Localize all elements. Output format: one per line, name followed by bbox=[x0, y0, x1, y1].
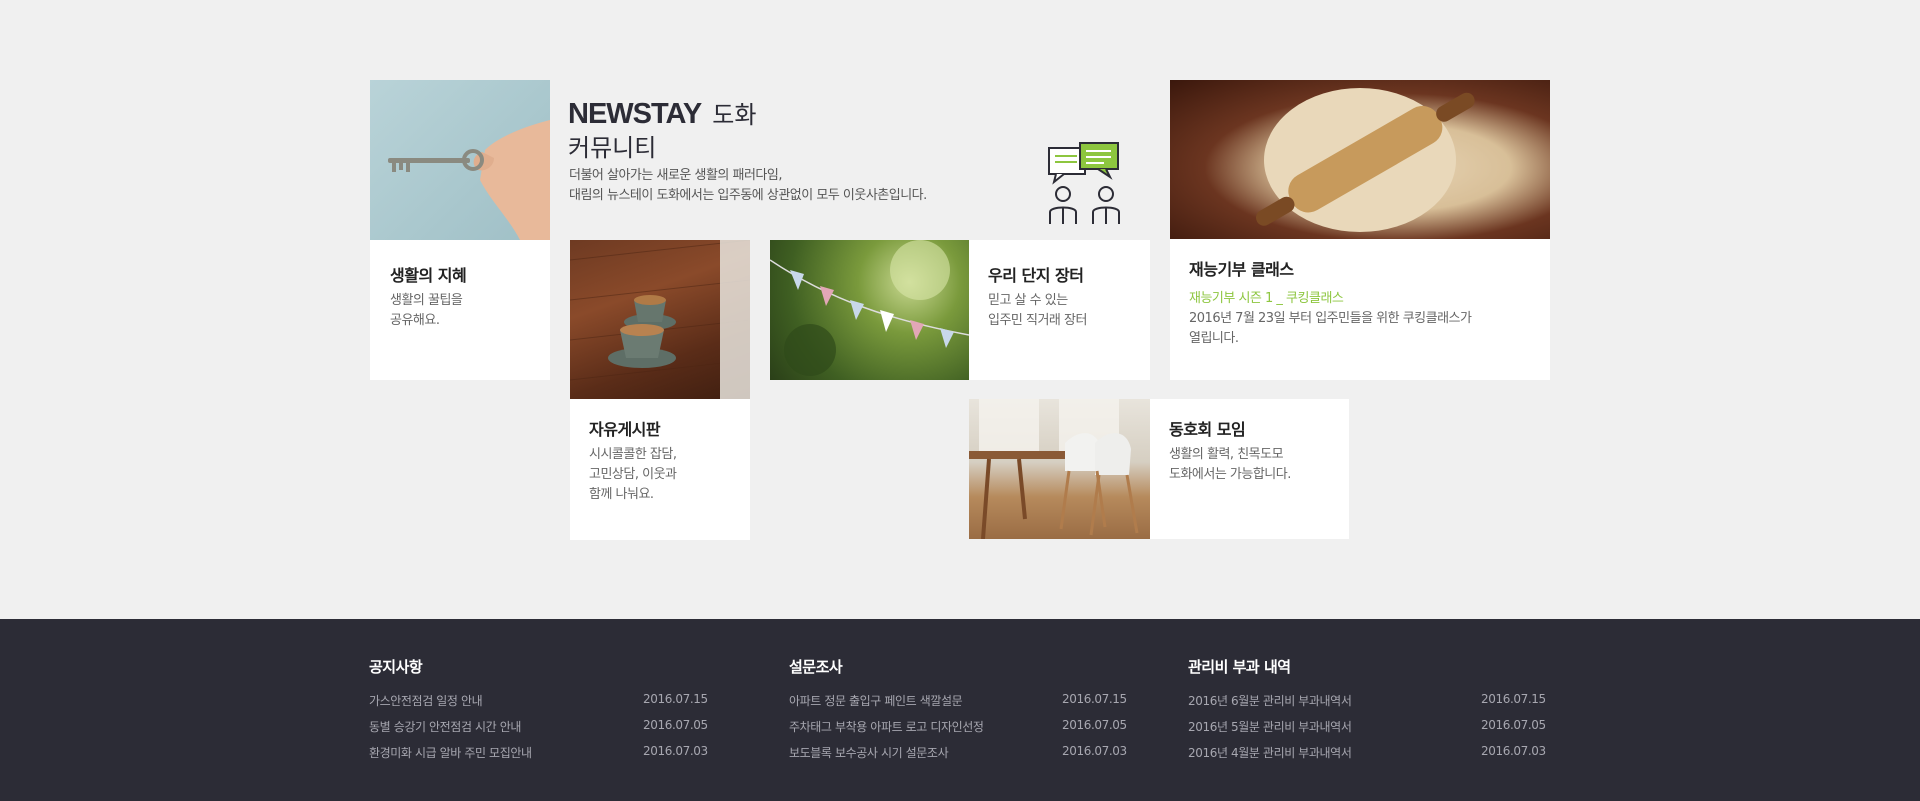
survey-item-date: 2016.07.15 bbox=[1062, 692, 1127, 706]
notice-item[interactable]: 가스안전점검 일정 안내 bbox=[369, 692, 483, 709]
survey-item-date: 2016.07.05 bbox=[1062, 718, 1127, 732]
card-tips-line2: 공유해요. bbox=[390, 313, 440, 328]
card-board-line2: 고민상담, 이웃과 bbox=[589, 467, 677, 482]
card-club[interactable]: 동호회 모임 생활의 활력, 친목도모 도화에서는 가능합니다. bbox=[1150, 399, 1349, 539]
card-talent-line1: 2016년 7월 23일 부터 입주민들을 위한 쿠킹클래스가 bbox=[1189, 311, 1472, 326]
card-club-title: 동호회 모임 bbox=[1169, 420, 1246, 439]
chairs-image[interactable] bbox=[969, 399, 1150, 539]
survey-item[interactable]: 주차태그 부착용 아파트 로고 디자인선정 bbox=[789, 718, 984, 735]
card-board-desc: 시시콜콜한 잡담, 고민상담, 이웃과 함께 나눠요. bbox=[589, 445, 677, 505]
notice-item-date: 2016.07.15 bbox=[643, 692, 708, 706]
card-talent-title: 재능기부 클래스 bbox=[1189, 260, 1294, 279]
survey-title[interactable]: 설문조사 bbox=[789, 656, 843, 677]
card-board[interactable]: 자유게시판 시시콜콜한 잡담, 고민상담, 이웃과 함께 나눠요. bbox=[570, 399, 750, 540]
survey-item[interactable]: 보도블록 보수공사 시기 설문조사 bbox=[789, 744, 949, 761]
community-subtitle: 커뮤니티 bbox=[568, 134, 657, 162]
fees-item-text: 2016년 5월분 관리비 부과내역서 bbox=[1188, 720, 1352, 734]
rolling-pin-image[interactable] bbox=[1170, 80, 1550, 239]
place-title: 도화 bbox=[712, 101, 757, 129]
card-club-desc: 생활의 활력, 친목도모 도화에서는 가능합니다. bbox=[1169, 445, 1291, 485]
fees-item[interactable]: 2016년 4월분 관리비 부과내역서 bbox=[1188, 744, 1352, 761]
fees-item-date: 2016.07.03 bbox=[1481, 744, 1546, 758]
card-tips-line1: 생활의 꿀팁을 bbox=[390, 293, 463, 308]
survey-item-text: 주차태그 부착용 아파트 로고 디자인선정 bbox=[789, 720, 984, 734]
fees-item-text: 2016년 4월분 관리비 부과내역서 bbox=[1188, 746, 1352, 760]
notice-item-text: 가스안전점검 일정 안내 bbox=[369, 694, 483, 708]
notice-item[interactable]: 동별 승강기 안전점검 시간 안내 bbox=[369, 718, 521, 735]
notice-item-date: 2016.07.03 bbox=[643, 744, 708, 758]
card-market-line1: 믿고 살 수 있는 bbox=[988, 293, 1068, 308]
notice-title[interactable]: 공지사항 bbox=[369, 656, 423, 677]
fees-item-date: 2016.07.15 bbox=[1481, 692, 1546, 706]
survey-item-text: 보도블록 보수공사 시기 설문조사 bbox=[789, 746, 949, 760]
card-talent-desc: 2016년 7월 23일 부터 입주민들을 위한 쿠킹클래스가 열립니다. bbox=[1189, 309, 1472, 349]
fees-item-text: 2016년 6월분 관리비 부과내역서 bbox=[1188, 694, 1352, 708]
footer: 공지사항 가스안전점검 일정 안내 2016.07.15 동별 승강기 안전점검… bbox=[0, 619, 1920, 801]
community-desc-line1: 더불어 살아가는 새로운 생활의 패러다임, bbox=[569, 168, 782, 183]
card-board-title: 자유게시판 bbox=[589, 420, 661, 439]
card-talent-line2: 열립니다. bbox=[1189, 331, 1239, 346]
notice-item-text: 동별 승강기 안전점검 시간 안내 bbox=[369, 720, 521, 734]
survey-item-text: 아파트 정문 출입구 페인트 색깔설문 bbox=[789, 694, 963, 708]
key-image[interactable] bbox=[370, 80, 550, 240]
card-market-line2: 입주민 직거래 장터 bbox=[988, 313, 1087, 328]
card-market-desc: 믿고 살 수 있는 입주민 직거래 장터 bbox=[988, 291, 1087, 331]
card-board-line3: 함께 나눠요. bbox=[589, 487, 654, 502]
fees-title[interactable]: 관리비 부과 내역 bbox=[1188, 656, 1291, 677]
card-market[interactable]: 우리 단지 장터 믿고 살 수 있는 입주민 직거래 장터 bbox=[969, 240, 1150, 380]
flags-image[interactable] bbox=[770, 240, 969, 380]
card-market-title: 우리 단지 장터 bbox=[988, 266, 1084, 285]
notice-item-text: 환경미화 시급 알바 주민 모집안내 bbox=[369, 746, 532, 760]
card-tips[interactable]: 생활의 지혜 생활의 꿀팁을 공유해요. bbox=[370, 240, 550, 380]
card-board-line1: 시시콜콜한 잡담, bbox=[589, 447, 677, 462]
survey-item-date: 2016.07.03 bbox=[1062, 744, 1127, 758]
fees-item-date: 2016.07.05 bbox=[1481, 718, 1546, 732]
fees-item[interactable]: 2016년 6월분 관리비 부과내역서 bbox=[1188, 692, 1352, 709]
card-talent-highlight[interactable]: 재능기부 시즌 1 _ 쿠킹클래스 bbox=[1189, 287, 1344, 306]
card-tips-title: 생활의 지혜 bbox=[390, 266, 467, 285]
community-desc: 더불어 살아가는 새로운 생활의 패러다임, 대림의 뉴스테이 도화에서는 입주… bbox=[569, 166, 927, 206]
notice-item[interactable]: 환경미화 시급 알바 주민 모집안내 bbox=[369, 744, 532, 761]
card-tips-desc: 생활의 꿀팁을 공유해요. bbox=[390, 291, 463, 331]
survey-item[interactable]: 아파트 정문 출입구 페인트 색깔설문 bbox=[789, 692, 963, 709]
card-club-line2: 도화에서는 가능합니다. bbox=[1169, 467, 1291, 482]
card-club-line1: 생활의 활력, 친목도모 bbox=[1169, 447, 1284, 462]
card-talent[interactable]: 재능기부 클래스 재능기부 시즌 1 _ 쿠킹클래스 2016년 7월 23일 … bbox=[1170, 239, 1550, 380]
community-chat-icon bbox=[1046, 142, 1122, 226]
notice-item-date: 2016.07.05 bbox=[643, 718, 708, 732]
community-desc-line2: 대림의 뉴스테이 도화에서는 입주동에 상관없이 모두 이웃사촌입니다. bbox=[569, 188, 927, 203]
community-heading: NEWSTAY 도화 bbox=[568, 95, 756, 131]
fees-item[interactable]: 2016년 5월분 관리비 부과내역서 bbox=[1188, 718, 1352, 735]
brand-title: NEWSTAY bbox=[568, 98, 702, 130]
coffee-image[interactable] bbox=[570, 240, 750, 399]
